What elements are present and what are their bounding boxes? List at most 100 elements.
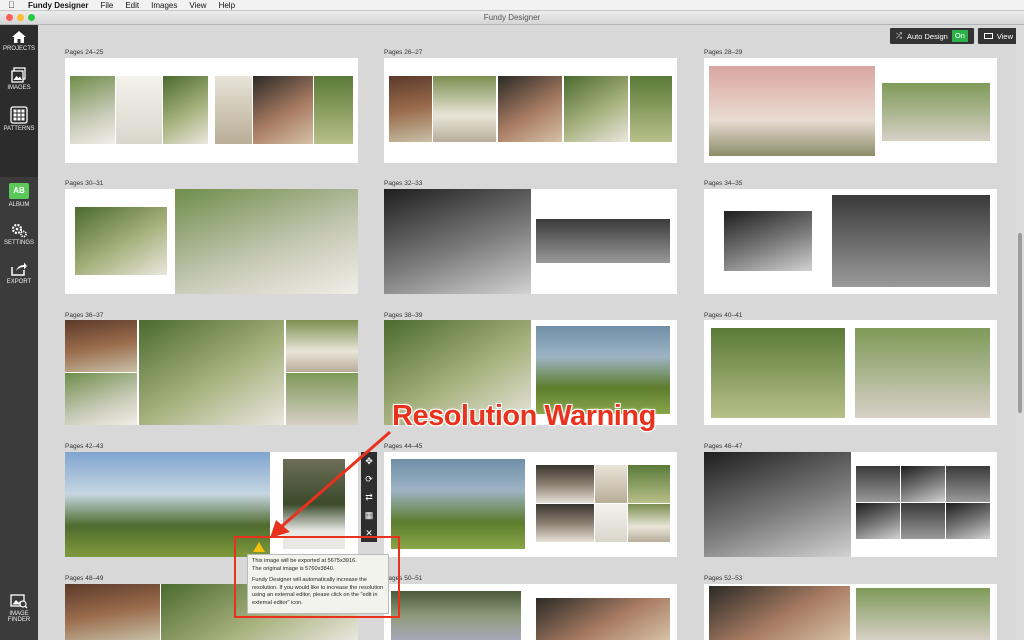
sidebar-item-settings[interactable]: SETTINGS — [0, 222, 38, 246]
spread-pages-26-27[interactable] — [384, 58, 677, 163]
photo[interactable] — [856, 466, 900, 502]
photo[interactable] — [595, 504, 627, 542]
photo[interactable] — [628, 504, 670, 542]
scrollbar-thumb[interactable] — [1018, 233, 1022, 413]
photo[interactable] — [882, 83, 990, 141]
auto-design-toggle[interactable]: ⤮ Auto Design On — [890, 28, 974, 44]
photo[interactable] — [901, 503, 945, 539]
photo[interactable] — [389, 76, 432, 142]
window-title: Fundy Designer — [483, 13, 541, 22]
spread-label: Pages 48–49 — [65, 575, 104, 582]
view-monitor-icon — [983, 33, 993, 39]
sidebar-item-patterns[interactable]: PATTERNS — [0, 106, 38, 132]
photo[interactable] — [498, 76, 562, 142]
spread-label: Pages 32–33 — [384, 180, 423, 187]
spread-label: Pages 28–29 — [704, 49, 743, 56]
photo[interactable] — [724, 211, 812, 271]
photo[interactable] — [65, 373, 137, 425]
spread-pages-40-41[interactable] — [704, 320, 997, 425]
spread-pages-44-45[interactable] — [384, 452, 677, 557]
photo[interactable] — [75, 207, 167, 275]
photo[interactable] — [314, 76, 353, 144]
photo[interactable] — [628, 465, 670, 503]
sidebar-label-finder: FINDER — [7, 617, 31, 623]
layout-icon[interactable]: ▦ — [361, 506, 377, 524]
photo[interactable] — [70, 76, 115, 144]
move-icon[interactable]: ✥ — [361, 452, 377, 470]
sidebar-label-projects: PROJECTS — [2, 46, 35, 52]
photo[interactable] — [630, 76, 672, 142]
apple-icon[interactable]:  — [8, 0, 16, 10]
album-icon: AB — [9, 183, 29, 199]
photo[interactable] — [946, 466, 990, 502]
photo[interactable] — [391, 591, 521, 640]
menu-view[interactable]: View — [189, 1, 206, 10]
photo[interactable] — [65, 584, 160, 640]
photo[interactable] — [946, 503, 990, 539]
close-window-button[interactable] — [6, 14, 13, 21]
swap-icon[interactable]: ⇄ — [361, 488, 377, 506]
photo[interactable] — [139, 320, 284, 425]
spread-pages-46-47[interactable] — [704, 452, 997, 557]
photo[interactable] — [855, 328, 990, 418]
photo[interactable] — [856, 588, 990, 640]
photo[interactable] — [384, 189, 531, 294]
photo[interactable] — [564, 76, 628, 142]
spread-label: Pages 44–45 — [384, 443, 423, 450]
photo[interactable] — [832, 195, 990, 287]
photo[interactable] — [536, 598, 670, 640]
photo[interactable] — [391, 459, 525, 549]
photo[interactable] — [536, 465, 594, 503]
spread-pages-50-51[interactable] — [384, 584, 677, 640]
photo[interactable] — [709, 586, 850, 640]
minimize-window-button[interactable] — [17, 14, 24, 21]
vertical-scrollbar[interactable] — [1016, 25, 1024, 640]
spread-pages-28-29[interactable] — [704, 58, 997, 163]
photo[interactable] — [433, 76, 496, 142]
settings-gears-icon — [11, 223, 27, 238]
photo[interactable] — [536, 219, 670, 263]
sidebar-item-image-finder[interactable]: IMAGE FINDER — [0, 593, 38, 623]
sidebar-label-settings: SETTINGS — [3, 240, 34, 246]
rotate-icon[interactable]: ⟳ — [361, 470, 377, 488]
spread-label: Pages 30–31 — [65, 180, 104, 187]
photo[interactable] — [595, 465, 627, 503]
photo[interactable] — [286, 320, 358, 372]
view-button[interactable]: View — [977, 28, 1019, 44]
photo[interactable] — [536, 504, 594, 542]
menu-app-name[interactable]: Fundy Designer — [28, 1, 88, 10]
spread-label: Pages 40–41 — [704, 312, 743, 319]
sidebar-item-images[interactable]: IMAGES — [0, 67, 38, 91]
photo[interactable] — [286, 373, 358, 425]
photo[interactable] — [901, 466, 945, 502]
sidebar-item-projects[interactable]: PROJECTS — [0, 30, 38, 52]
sidebar-item-album[interactable]: AB ALBUM — [0, 183, 38, 208]
spread-pages-32-33[interactable] — [384, 189, 677, 294]
photo[interactable] — [709, 66, 875, 156]
photo[interactable] — [711, 328, 845, 418]
photo[interactable] — [175, 189, 358, 294]
sidebar-item-export[interactable]: EXPORT — [0, 261, 38, 285]
menu-images[interactable]: Images — [151, 1, 177, 10]
sidebar-label-images: IMAGES — [7, 85, 31, 91]
photo[interactable] — [253, 76, 313, 144]
photo[interactable] — [856, 503, 900, 539]
spread-pages-36-37[interactable] — [65, 320, 358, 425]
photo[interactable] — [704, 452, 851, 557]
photo[interactable] — [65, 320, 137, 372]
menu-edit[interactable]: Edit — [125, 1, 139, 10]
photo[interactable] — [215, 76, 252, 144]
spread-pages-30-31[interactable] — [65, 189, 358, 294]
auto-design-label: Auto Design — [907, 31, 948, 41]
menu-bar:  Fundy Designer File Edit Images View H… — [0, 0, 1024, 11]
sidebar-label-patterns: PATTERNS — [3, 126, 35, 132]
zoom-window-button[interactable] — [28, 14, 35, 21]
photo[interactable] — [116, 76, 162, 144]
menu-help[interactable]: Help — [219, 1, 235, 10]
spread-pages-52-53[interactable] — [704, 584, 997, 640]
menu-file[interactable]: File — [100, 1, 113, 10]
photo[interactable] — [163, 76, 208, 144]
spread-pages-24-25[interactable] — [65, 58, 358, 163]
shuffle-icon: ⤮ — [896, 31, 902, 40]
spread-pages-34-35[interactable] — [704, 189, 997, 294]
